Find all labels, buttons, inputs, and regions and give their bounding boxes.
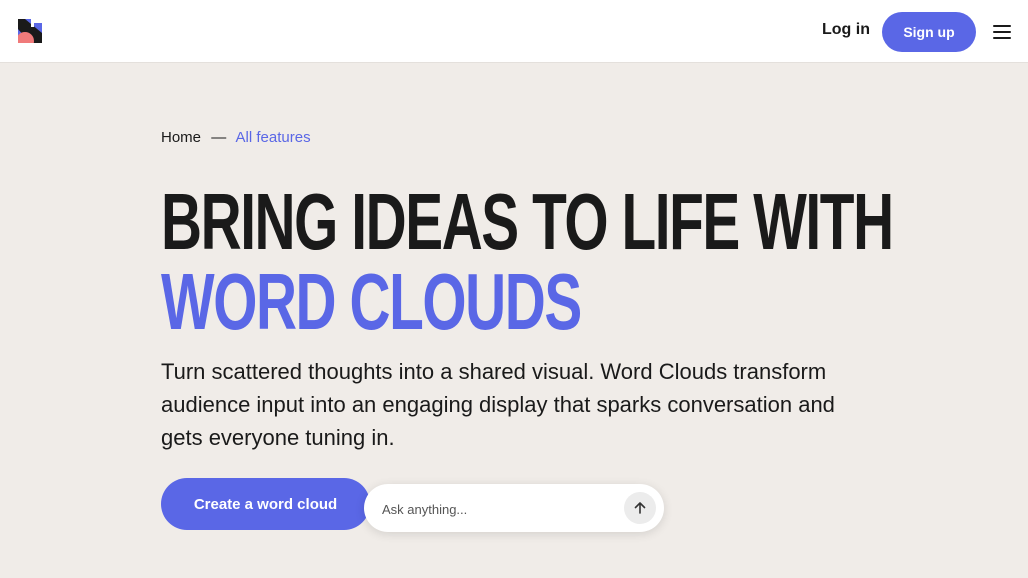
top-navigation-bar: Log in Sign up (0, 0, 1028, 63)
hero-subtitle: Turn scattered thoughts into a shared vi… (161, 359, 835, 450)
arrow-up-icon (634, 502, 646, 514)
hero-title-line1: BRING IDEAS TO LIFE WITH (161, 177, 894, 266)
hero-title: BRING IDEAS TO LIFE WITH WORD CLOUDS (161, 177, 894, 346)
create-word-cloud-button[interactable]: Create a word cloud (161, 478, 370, 530)
breadcrumb-home-link[interactable]: Home (161, 129, 201, 146)
breadcrumb-separator: — (211, 129, 227, 146)
breadcrumb-all-features-link[interactable]: All features (236, 129, 311, 146)
logo-icon[interactable] (16, 19, 42, 50)
login-link[interactable]: Log in (822, 19, 870, 41)
ask-anything-box (364, 484, 664, 532)
hero-title-line2: WORD CLOUDS (161, 257, 582, 346)
hamburger-menu-icon[interactable] (993, 25, 1011, 39)
send-button[interactable] (624, 492, 656, 524)
ask-anything-input[interactable] (380, 496, 624, 522)
breadcrumb: Home — All features (161, 128, 311, 148)
signup-button[interactable]: Sign up (882, 12, 976, 52)
